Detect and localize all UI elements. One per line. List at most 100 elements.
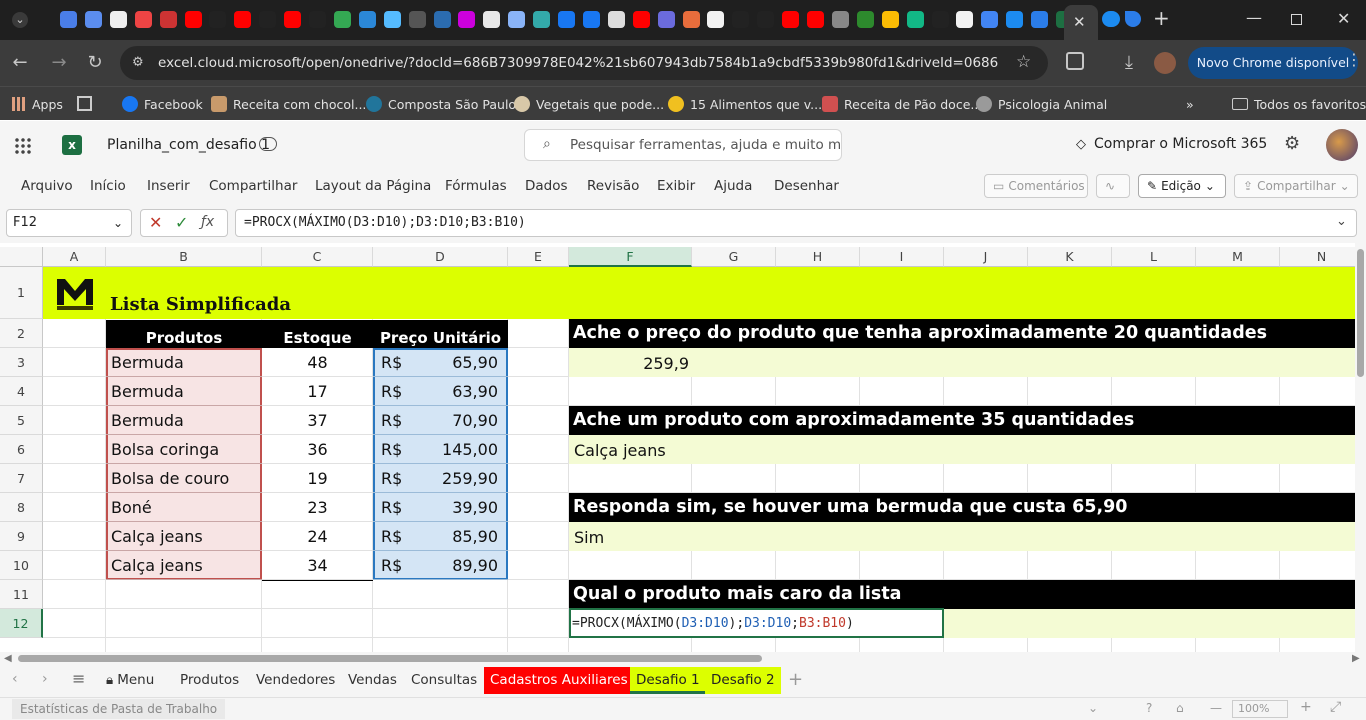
table-cell-price[interactable]: 70,90 — [373, 411, 498, 430]
pinned-tab-favicon[interactable] — [831, 11, 849, 28]
menu-4[interactable]: Layout da Página — [315, 178, 431, 194]
table-cell-stock[interactable]: 24 — [262, 527, 373, 546]
pinned-tab-favicon[interactable] — [383, 11, 401, 28]
pinned-tab-favicon[interactable] — [184, 11, 202, 28]
edge-tab-icon[interactable] — [1125, 11, 1141, 27]
pinned-tab-favicon[interactable] — [807, 11, 824, 28]
sheet-tab[interactable]: Consultas — [405, 667, 483, 694]
cancel-icon[interactable]: ✕ — [149, 213, 162, 232]
column-header-L[interactable]: L — [1112, 247, 1196, 267]
pinned-tab-favicon[interactable] — [757, 11, 775, 28]
profile-avatar[interactable] — [1154, 52, 1176, 74]
table-cell-stock[interactable]: 17 — [262, 382, 373, 401]
table-cell-product[interactable]: Bermuda — [111, 353, 184, 372]
table-cell-product[interactable]: Boné — [111, 498, 152, 517]
confirm-icon[interactable]: ✓ — [175, 213, 188, 232]
column-header-A[interactable]: A — [43, 247, 106, 267]
table-cell-product[interactable]: Bermuda — [111, 411, 184, 430]
pinned-tab-favicon[interactable] — [881, 11, 899, 28]
row-header-7[interactable]: 7 — [0, 464, 43, 493]
pinned-tab-favicon[interactable] — [84, 11, 102, 28]
pinned-tab-favicon[interactable] — [483, 11, 501, 28]
column-header-K[interactable]: K — [1028, 247, 1112, 267]
table-cell-product[interactable]: Calça jeans — [111, 556, 203, 575]
pinned-tab-favicon[interactable] — [607, 11, 625, 28]
table-cell-stock[interactable]: 23 — [262, 498, 373, 517]
spreadsheet-grid[interactable]: ABCDEFGHIJKLMN 1 2 3 4 5 6 7 8 9 10 11 12 Lista Sim… — [0, 243, 1355, 652]
answer-cell[interactable]: Calça jeans — [574, 441, 666, 460]
scroll-right-icon[interactable]: ▶ — [1352, 653, 1360, 664]
pinned-tab-favicon[interactable] — [1031, 11, 1049, 28]
menu-3[interactable]: Compartilhar — [209, 178, 297, 194]
bookmark-star-icon[interactable]: ☆ — [1016, 52, 1031, 72]
table-cell-product[interactable]: Calça jeans — [111, 527, 203, 546]
table-cell-product[interactable]: Bolsa de couro — [111, 469, 229, 488]
sheet-tab[interactable]: Desafio 2 — [705, 667, 781, 694]
column-header-B[interactable]: B — [106, 247, 262, 267]
active-tab[interactable]: ✕ — [1064, 5, 1098, 40]
bookmark-item[interactable]: 15 Alimentos que v... — [668, 94, 822, 114]
pinned-tab-favicon[interactable] — [931, 11, 949, 28]
column-header-N[interactable]: N — [1280, 247, 1355, 267]
select-all-corner[interactable] — [0, 247, 43, 267]
pinned-tab-favicon[interactable] — [134, 11, 152, 28]
all-favorites[interactable]: Todos os favoritos — [1232, 94, 1366, 114]
pinned-tab-favicon[interactable] — [358, 11, 376, 28]
back-icon[interactable]: ← — [9, 52, 31, 74]
column-header-H[interactable]: H — [776, 247, 860, 267]
pinned-tab-favicon[interactable] — [458, 11, 476, 28]
chrome-menu-icon[interactable]: ⋮ — [1346, 50, 1362, 69]
pinned-tab-favicon[interactable] — [109, 11, 127, 28]
vertical-scroll-thumb[interactable] — [1357, 249, 1364, 377]
bookmark-item[interactable]: Receita com chocol... — [211, 94, 366, 114]
table-cell-stock[interactable]: 19 — [262, 469, 373, 488]
maximize-icon[interactable] — [1291, 14, 1302, 25]
row-header-6[interactable]: 6 — [0, 435, 43, 464]
formula-input[interactable]: =PROCX(MÁXIMO(D3:D10);D3:D10;B3:B10) — [235, 209, 1357, 237]
column-header-G[interactable]: G — [692, 247, 776, 267]
settings-gear-icon[interactable]: ⚙ — [1284, 133, 1300, 154]
next-sheet-icon[interactable]: › — [42, 671, 48, 687]
row-header-3[interactable]: 3 — [0, 348, 43, 377]
table-cell-product[interactable]: Bolsa coringa — [111, 440, 219, 459]
column-header-I[interactable]: I — [860, 247, 944, 267]
row-header-12[interactable]: 12 — [0, 609, 43, 638]
table-cell-price[interactable]: 145,00 — [373, 440, 498, 459]
workbook-stats[interactable]: Estatísticas de Pasta de Trabalho — [12, 699, 226, 719]
menu-10[interactable]: Desenhar — [774, 178, 839, 194]
pinned-tab-favicon[interactable] — [682, 11, 700, 28]
pinned-tab-favicon[interactable] — [533, 11, 551, 28]
address-bar[interactable]: ⚙ excel.cloud.microsoft/open/onedrive/?d… — [120, 46, 1048, 80]
pinned-tab-favicon[interactable] — [333, 11, 351, 28]
minimize-icon[interactable]: — — [1246, 10, 1262, 26]
column-header-E[interactable]: E — [508, 247, 569, 267]
zoom-level[interactable]: 100% — [1232, 700, 1288, 718]
file-name[interactable]: Planilha_com_desafio 1 — [107, 137, 270, 153]
table-cell-price[interactable]: 259,90 — [373, 469, 498, 488]
help-icon[interactable]: ? — [1146, 701, 1152, 715]
pinned-tab-favicon[interactable] — [956, 11, 974, 28]
comments-button[interactable]: ▭ Comentários — [984, 174, 1088, 198]
sheet-tab[interactable]: Vendedores — [250, 667, 341, 694]
active-cell-editor[interactable]: =PROCX(MÁXIMO(D3:D10);D3:D10;B3:B10) — [569, 608, 944, 638]
answer-cell[interactable]: 259,9 — [569, 354, 689, 373]
table-cell-price[interactable]: 89,90 — [373, 556, 498, 575]
table-cell-price[interactable]: 63,90 — [373, 382, 498, 401]
update-chrome-button[interactable]: Novo Chrome disponível — [1188, 47, 1358, 79]
bookmark-item[interactable]: Composta São Paulo — [366, 94, 516, 114]
sheet-tab[interactable]: Desafio 1 — [630, 667, 706, 694]
row-header-2[interactable]: 2 — [0, 319, 43, 348]
bookmark-item[interactable]: Facebook — [122, 94, 203, 114]
pinned-tab-favicon[interactable] — [657, 11, 675, 28]
pinned-tab-favicon[interactable] — [159, 11, 177, 28]
table-cell-stock[interactable]: 48 — [262, 353, 373, 372]
close-window-icon[interactable]: ✕ — [1337, 11, 1350, 27]
pinned-tab-favicon[interactable] — [782, 11, 800, 28]
bookmark-apps[interactable]: Apps — [12, 94, 63, 114]
sheet-tab[interactable]: Vendas — [342, 667, 403, 694]
menu-6[interactable]: Dados — [525, 178, 568, 194]
new-tab-icon[interactable]: + — [1153, 8, 1170, 28]
column-header-F[interactable]: F — [569, 247, 692, 267]
row-header-11[interactable]: 11 — [0, 580, 43, 609]
sheet-menu-tab[interactable]: 🔒︎ Menu — [100, 667, 160, 694]
